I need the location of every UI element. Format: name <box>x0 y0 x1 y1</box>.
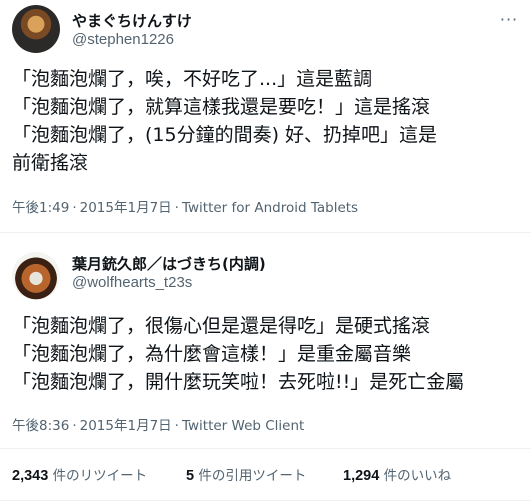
tweet-text-line: 「泡麵泡爛了，開什麼玩笑啦！去死啦!!」是死亡金屬 <box>12 371 465 393</box>
avatar[interactable] <box>12 5 60 53</box>
meta-separator: · <box>72 200 77 216</box>
tweet-text: 「泡麵泡爛了，唉，不好吃了...」這是藍調「泡麵泡爛了，就算這樣我還是要吃！」這… <box>12 65 522 177</box>
quotes-count: 5 <box>186 468 195 484</box>
tweet-date[interactable]: 2015年1月7日 <box>80 200 172 216</box>
tweet-meta: 午後1:49 · 2015年1月7日 · Twitter for Android Tab… <box>12 196 358 216</box>
tweet-text: 「泡麵泡爛了，很傷心但是還是得吃」是硬式搖滾 「泡麵泡爛了，為什麼會這樣！」是重金… <box>12 312 522 396</box>
tweet-card-1[interactable]: やまぐちけんすけ @stephen1226 ··· 「泡麵泡爛了，唉，不好吃了.… <box>0 0 531 233</box>
tweet-time[interactable]: 午後8:36 <box>12 418 69 434</box>
likes-count: 1,294 <box>343 468 380 484</box>
engagement-stats: 2,343 件のリツイート 5 件の引用ツイート 1,294 件のいいね <box>0 449 531 495</box>
tweet-text-line: 「泡麵泡爛了，唉，不好吃了...」這是藍調 <box>12 68 373 90</box>
tweet-source[interactable]: Twitter Web Client <box>182 418 304 434</box>
tweet-text-line: 「泡麵泡爛了，(15分鐘的間奏) 好、扔掉吧」這是 <box>12 124 438 146</box>
quotes-stat[interactable]: 5 件の引用ツイート <box>186 464 306 484</box>
tweet-text-line: 「泡麵泡爛了，為什麼會這樣！」是重金屬音樂 <box>12 343 412 365</box>
retweets-label: 件のリツイート <box>52 468 148 484</box>
avatar[interactable] <box>12 252 60 300</box>
retweets-count: 2,343 <box>12 468 49 484</box>
quotes-label: 件の引用ツイート <box>198 468 307 484</box>
display-name[interactable]: やまぐちけんすけ <box>72 10 192 31</box>
retweets-stat[interactable]: 2,343 件のリツイート <box>12 464 147 484</box>
user-handle[interactable]: @wolfhearts_t23s <box>72 274 192 291</box>
tweet-text-line: 前衛搖滾 <box>12 152 89 174</box>
meta-separator: · <box>72 418 77 434</box>
meta-separator: · <box>174 418 179 434</box>
likes-label: 件のいいね <box>383 468 452 484</box>
user-handle[interactable]: @stephen1226 <box>72 31 174 48</box>
meta-separator: · <box>174 200 179 216</box>
tweet-date[interactable]: 2015年1月7日 <box>80 418 172 434</box>
tweet-time[interactable]: 午後1:49 <box>12 200 69 216</box>
likes-stat[interactable]: 1,294 件のいいね <box>343 464 451 484</box>
tweet-source[interactable]: Twitter for Android Tablets <box>182 200 358 216</box>
tweet-meta: 午後8:36 · 2015年1月7日 · Twitter Web Client <box>12 414 304 434</box>
tweet-card-2[interactable]: 葉月銃久郎／はづきち(内調) @wolfhearts_t23s 「泡麵泡爛了，很… <box>0 233 531 448</box>
tweet-text-line: 「泡麵泡爛了，就算這樣我還是要吃！」這是搖滾 <box>12 96 431 118</box>
display-name[interactable]: 葉月銃久郎／はづきち(内調) <box>72 253 266 274</box>
more-dots-icon[interactable]: ··· <box>499 12 519 34</box>
tweet-text-line: 「泡麵泡爛了，很傷心但是還是得吃」是硬式搖滾 <box>12 315 431 337</box>
